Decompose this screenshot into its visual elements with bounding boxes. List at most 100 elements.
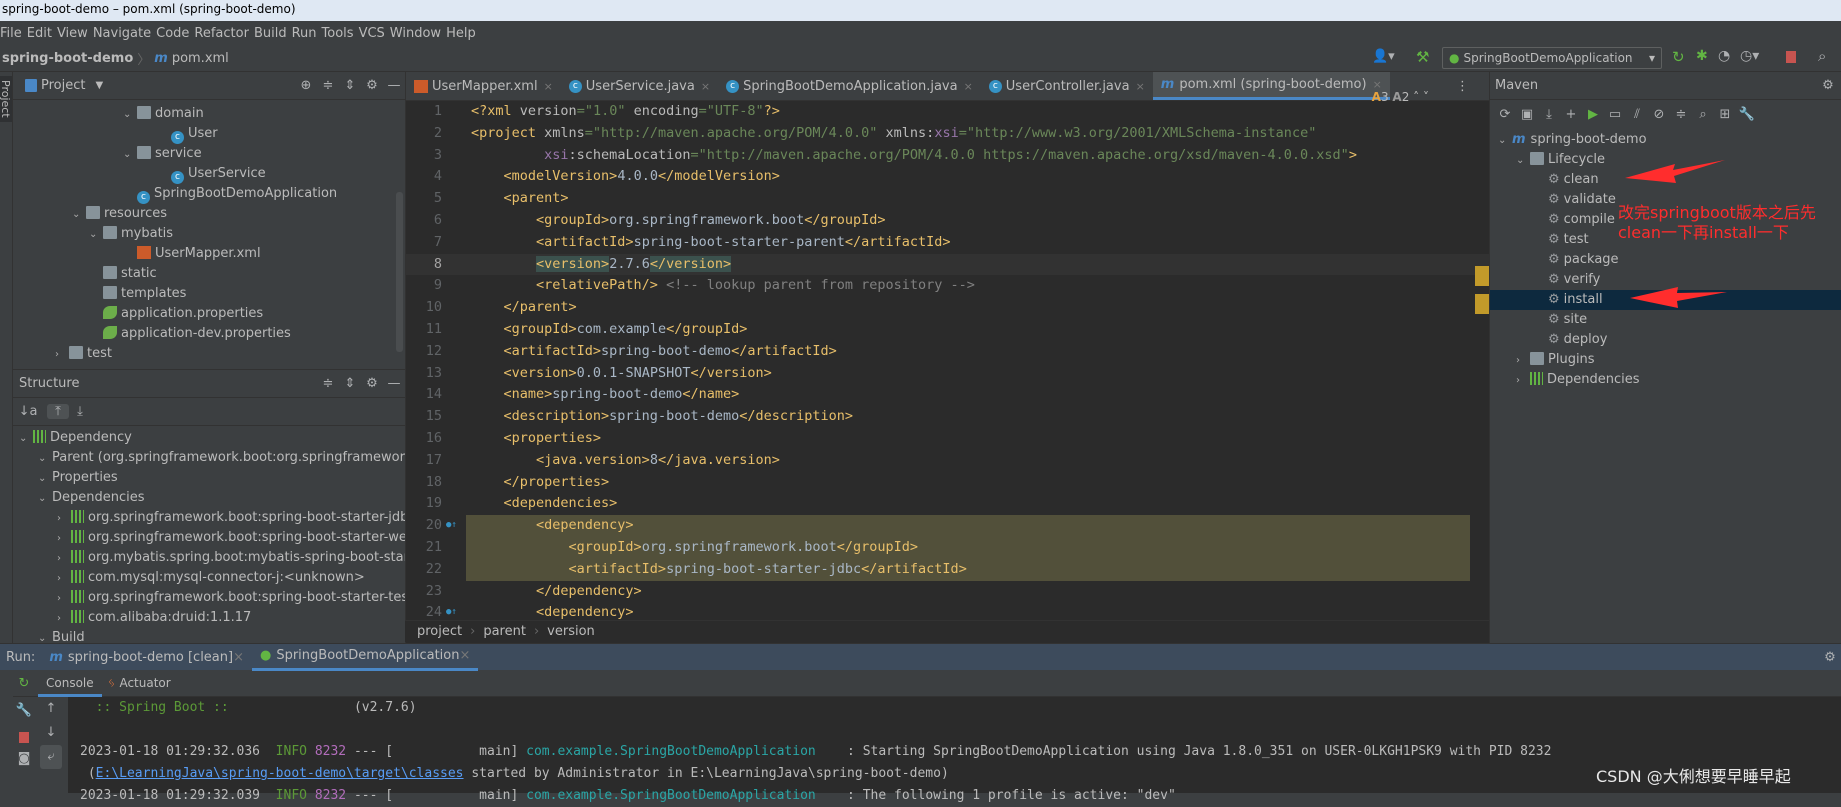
menu-navigate[interactable]: Navigate (93, 26, 156, 41)
tree-item[interactable]: application.properties (13, 304, 405, 324)
expand-all-icon[interactable]: ≑ (317, 376, 339, 391)
nav-project[interactable]: spring-boot-demo (2, 51, 133, 66)
tree-item[interactable]: c UserService (13, 164, 405, 184)
expand-all-icon[interactable]: ≑ (317, 78, 339, 93)
up-arrow-icon[interactable]: ↑ (40, 697, 62, 721)
tree-item[interactable]: › org.springframework.boot:spring-boot-st… (13, 528, 405, 548)
search-icon[interactable]: ⌕ (1818, 47, 1826, 65)
close-icon[interactable]: × (459, 648, 470, 663)
chevron-down-icon[interactable]: ⌄ (38, 449, 52, 468)
tree-item[interactable]: ⌄ Dependency (13, 428, 405, 448)
gear-icon[interactable]: ⚙ (1819, 650, 1841, 665)
locate-icon[interactable]: ⊕ (295, 78, 317, 93)
coverage-icon[interactable]: ◔ (1718, 48, 1730, 64)
collapse-all-icon[interactable]: ⇕ (339, 376, 361, 391)
rerun-icon[interactable]: ↻ (1672, 48, 1685, 66)
menu-vcs[interactable]: VCS (359, 26, 390, 41)
chevron-down-icon[interactable]: ⌄ (123, 105, 137, 124)
chevron-right-icon[interactable]: › (57, 529, 71, 548)
tree-item[interactable]: templates (13, 284, 405, 304)
tab-pom[interactable]: m pom.xml (spring-boot-demo) × (1152, 72, 1390, 100)
error-stripe-mark[interactable] (1475, 266, 1489, 286)
tab-actuator[interactable]: Actuator (115, 676, 174, 690)
run-tab[interactable]: ● SpringBootDemoApplication × (251, 644, 479, 671)
more-tabs-icon[interactable]: ⋮ (1456, 79, 1469, 94)
tab-usermapper[interactable]: UserMapper.xml × (406, 72, 561, 100)
run-tab[interactable]: m spring-boot-demo [clean] × (41, 644, 252, 671)
scrollbar[interactable] (396, 192, 403, 352)
gutter-override-icon[interactable]: ●↑ (446, 515, 457, 537)
tree-item[interactable]: ⌄ resources (13, 204, 405, 224)
gear-icon[interactable]: ⚙ (361, 376, 383, 391)
scroll-from-source-icon[interactable]: ⤓ (69, 404, 91, 419)
tab-userservice[interactable]: c UserService.java × (561, 72, 718, 100)
down-arrow-icon[interactable]: ↓ (40, 721, 62, 745)
chevron-right-icon[interactable]: › (57, 569, 71, 588)
close-icon[interactable]: × (964, 80, 973, 93)
chevron-down-icon[interactable]: ⌄ (38, 489, 52, 508)
nav-file[interactable]: pom.xml (172, 51, 229, 66)
tree-item[interactable]: ⌄ Parent (org.springframework.boot:org.sp… (13, 448, 405, 468)
menu-window[interactable]: Window (390, 26, 446, 41)
chevron-down-icon[interactable]: ⌄ (38, 469, 52, 488)
console-link[interactable]: E:\LearningJava\spring-boot-demo\target\… (96, 766, 464, 781)
tab-usercontroller[interactable]: c UserController.java × (981, 72, 1153, 100)
close-icon[interactable]: × (701, 80, 710, 93)
project-tool-button[interactable]: Project (0, 76, 12, 122)
menu-tools[interactable]: Tools (322, 26, 359, 41)
user-icon[interactable]: 👤▾ (1372, 49, 1395, 64)
tab-console[interactable]: Console (38, 670, 102, 697)
tree-item[interactable]: › org.springframework.boot:spring-boot-st… (13, 508, 405, 528)
menu-code[interactable]: Code (156, 26, 194, 41)
wrench-icon[interactable]: 🔧 (13, 697, 35, 724)
breadcrumb-item[interactable]: version (547, 624, 595, 639)
soft-wrap-icon[interactable]: ⤶ (40, 745, 62, 769)
hide-icon[interactable]: — (383, 376, 405, 391)
gear-icon[interactable]: ⚙ (361, 78, 383, 93)
tree-item[interactable]: c User (13, 124, 405, 144)
chevron-right-icon[interactable]: › (57, 509, 71, 528)
tree-item[interactable]: static (13, 264, 405, 284)
stop-icon[interactable] (1786, 51, 1796, 63)
tree-item[interactable]: › com.alibaba:druid:1.1.17 (13, 608, 405, 628)
tree-item[interactable]: › org.mybatis.spring.boot:mybatis-spring-… (13, 548, 405, 568)
error-stripe-mark[interactable] (1475, 294, 1489, 314)
tree-item[interactable]: › com.mysql:mysql-connector-j:<unknown> (13, 568, 405, 588)
menu-help[interactable]: Help (446, 26, 481, 41)
camera-icon[interactable]: ◙ (13, 751, 35, 775)
tree-item[interactable]: ⌄ mybatis (13, 224, 405, 244)
build-hammer-icon[interactable]: ⚒ (1416, 48, 1429, 66)
tree-item[interactable]: UserMapper.xml (13, 244, 405, 264)
rerun-icon[interactable]: ↻ (13, 670, 35, 697)
tree-item[interactable]: ⌄ Properties (13, 468, 405, 488)
project-view-select[interactable]: Project (41, 78, 85, 93)
breadcrumb-item[interactable]: project (417, 624, 462, 639)
tree-item[interactable]: ⌄ service (13, 144, 405, 164)
tree-item[interactable]: application-dev.properties (13, 324, 405, 344)
breadcrumb-item[interactable]: parent (483, 624, 526, 639)
menu-edit[interactable]: Edit (27, 26, 57, 41)
previous-icon[interactable]: ˄ (1413, 90, 1419, 104)
tree-item[interactable]: › test (13, 344, 405, 364)
inspection-widget[interactable]: A3 A2 ˄ ˅ (1372, 90, 1429, 104)
chevron-down-icon[interactable]: ▼ (95, 80, 103, 91)
tree-item[interactable]: ⌄ domain (13, 104, 405, 124)
chevron-down-icon[interactable]: ⌄ (123, 145, 137, 164)
close-icon[interactable]: × (544, 80, 553, 93)
run-configuration-select[interactable]: ● SpringBootDemoApplication ▾ (1442, 47, 1662, 69)
hide-icon[interactable]: — (383, 78, 405, 93)
tab-springbootdemoapplication[interactable]: c SpringBootDemoApplication.java × (718, 72, 981, 100)
chevron-right-icon[interactable]: › (57, 609, 71, 628)
menu-file[interactable]: File (0, 26, 27, 41)
debug-icon[interactable]: ✱ (1696, 48, 1708, 64)
chevron-down-icon[interactable]: ⌄ (72, 205, 86, 224)
scroll-to-source-icon[interactable]: ⤒ (47, 404, 69, 419)
collapse-all-icon[interactable]: ⇕ (339, 78, 361, 93)
tree-item[interactable]: › org.springframework.boot:spring-boot-st… (13, 588, 405, 608)
code-area[interactable]: 1 <?xml version="1.0" encoding="UTF-8"?> 2… (406, 101, 1490, 630)
stop-icon[interactable] (19, 732, 29, 743)
chevron-down-icon[interactable]: ⌄ (19, 429, 33, 448)
close-icon[interactable]: × (233, 650, 244, 665)
next-icon[interactable]: ˅ (1423, 90, 1429, 104)
tree-item[interactable]: ⌄ Dependencies (13, 488, 405, 508)
